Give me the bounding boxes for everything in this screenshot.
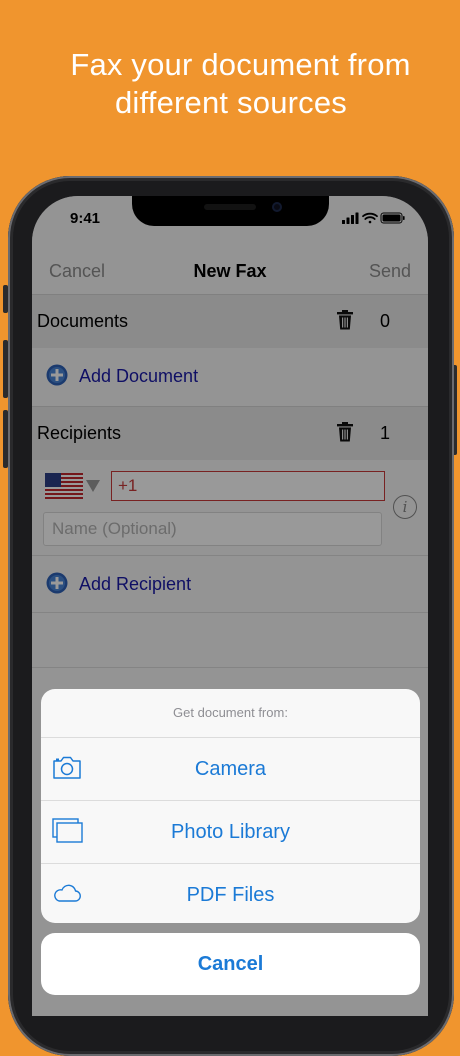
action-sheet-title: Get document from: xyxy=(41,689,420,738)
action-sheet: Get document from: Camera Photo Library … xyxy=(41,689,420,923)
pdf-files-option[interactable]: PDF Files xyxy=(41,864,420,923)
action-sheet-cancel-button[interactable]: Cancel xyxy=(41,933,420,995)
pdf-files-label: PDF Files xyxy=(186,884,275,906)
promo-line-1: Fax your document from xyxy=(70,47,411,82)
camera-icon xyxy=(53,756,81,779)
phone-screen: 9:41 Cancel New Fax Send Documents 0 Add… xyxy=(32,196,428,1016)
photo-library-option[interactable]: Photo Library xyxy=(41,801,420,864)
promo-line-2: different sources xyxy=(114,85,347,120)
cloud-icon xyxy=(54,884,81,902)
camera-label: Camera xyxy=(194,758,267,780)
camera-option[interactable]: Camera xyxy=(41,738,420,801)
promo-headline: Fax your document from different sources xyxy=(0,46,460,122)
photo-library-label: Photo Library xyxy=(171,821,290,843)
photo-library-icon xyxy=(52,818,83,843)
